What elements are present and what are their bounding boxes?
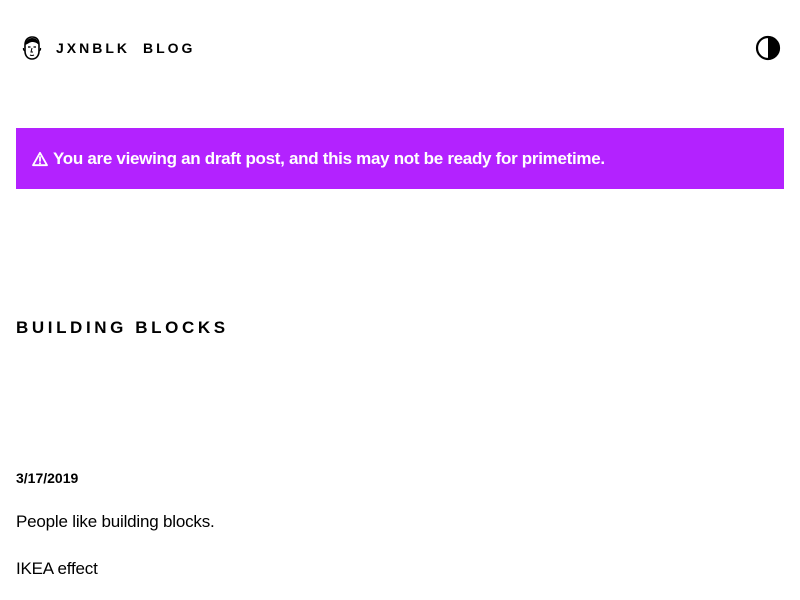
half-circle-contrast-icon [755,35,781,61]
post-date: 3/17/2019 [16,470,79,486]
site-header: JXNBLK BLOG [0,0,800,96]
draft-warning-text: You are viewing an draft post, and this … [53,148,605,168]
draft-warning-banner: You are viewing an draft post, and this … [16,128,784,189]
avatar-face-icon [22,36,42,60]
theme-toggle-button[interactable] [755,35,781,61]
post-title: BUILDING BLOCKS [16,318,229,337]
nav-blog-link[interactable]: BLOG [143,40,195,56]
nav-home-link[interactable]: JXNBLK [56,40,130,56]
warning-triangle-icon [32,151,48,166]
site-logo[interactable] [22,36,42,60]
post-paragraph: IKEA effect [16,559,98,578]
post-paragraph: People like building blocks. [16,512,215,531]
